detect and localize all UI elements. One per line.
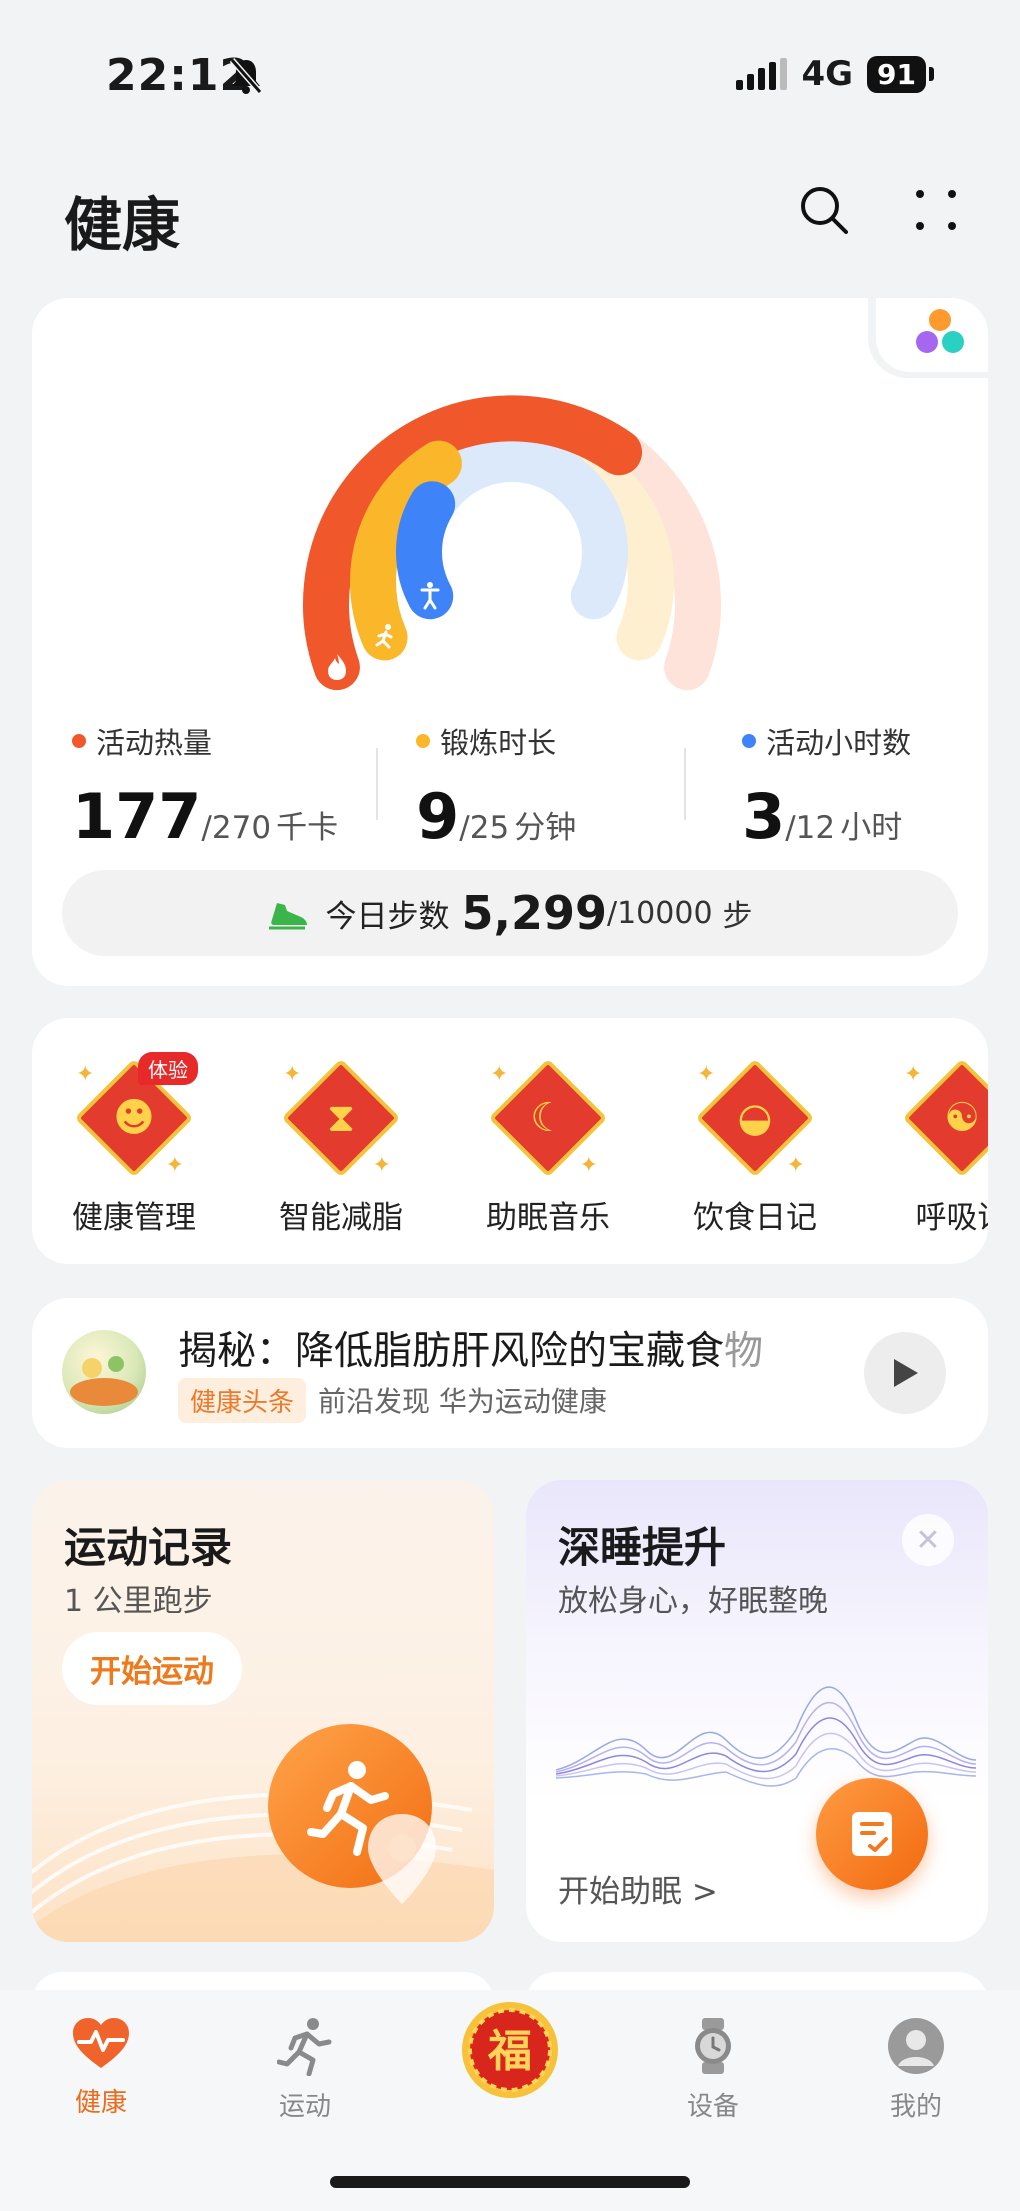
- news-card[interactable]: 揭秘：降低脂肪肝风险的宝藏食物 健康头条 前沿发现 华为运动健康: [32, 1298, 988, 1448]
- activity-rings: [303, 395, 721, 691]
- sleep-note-button[interactable]: [816, 1778, 928, 1890]
- steps-unit: 步: [722, 899, 753, 934]
- exercise-label: 锻炼时长: [440, 726, 557, 760]
- trial-badge: 体验: [138, 1052, 198, 1085]
- sport-record-card[interactable]: 运动记录 1 公里跑步 开始运动: [32, 1480, 494, 1942]
- calories-unit: 千卡: [276, 810, 339, 846]
- service-label: 健康管理: [72, 1200, 196, 1236]
- ring-style-switch[interactable]: [876, 298, 988, 372]
- service-label: 饮食日记: [693, 1200, 817, 1236]
- sport-card-title: 运动记录: [64, 1523, 233, 1572]
- heart-pulse-icon: [73, 2018, 129, 2068]
- profile-icon: [888, 2018, 944, 2074]
- home-indicator[interactable]: [330, 2176, 690, 2188]
- service-label: 呼吸训: [915, 1200, 989, 1236]
- sport-card-subtitle: 1 公里跑步: [64, 1584, 213, 1619]
- color-circles-icon: [916, 309, 964, 353]
- news-thumbnail: [62, 1330, 146, 1414]
- service-fat-loss[interactable]: ✦ ⧗ ✦ 智能减脂: [256, 1058, 426, 1237]
- battery-level: 91: [867, 55, 926, 93]
- divider: [684, 748, 686, 820]
- more-menu-button[interactable]: [906, 180, 966, 240]
- signal-icon: [736, 58, 788, 90]
- steps-label: 今日步数: [325, 898, 450, 935]
- calories-value: 177: [72, 780, 202, 853]
- tab-profile[interactable]: 我的: [836, 2016, 996, 2123]
- shoe-icon: [269, 903, 308, 930]
- tab-label: 健康: [74, 2088, 127, 2118]
- tab-label: 我的: [889, 2092, 942, 2122]
- tab-devices[interactable]: 设备: [633, 2016, 793, 2123]
- exercise-value: 9: [416, 780, 460, 853]
- play-button[interactable]: [864, 1332, 946, 1414]
- start-sleep-aid-link[interactable]: 开始助眠 >: [558, 1866, 718, 1911]
- news-meta: 前沿发现 华为运动健康: [318, 1385, 607, 1418]
- news-tag: 健康头条: [178, 1378, 307, 1423]
- search-icon: [801, 187, 848, 234]
- service-sleep-music[interactable]: ✦ ☾ ✦ 助眠音乐: [463, 1058, 633, 1237]
- location-pin-icon: [368, 1814, 436, 1904]
- active-hours-goal: /12: [785, 810, 836, 846]
- calories-label: 活动热量: [96, 726, 213, 760]
- play-icon: [894, 1359, 918, 1387]
- sleep-card-subtitle: 放松身心，好眠整晚: [558, 1584, 828, 1619]
- service-health-management[interactable]: ✦ ☻ ✦ 体验 健康管理: [49, 1052, 219, 1237]
- deep-sleep-card[interactable]: 深睡提升 放松身心，好眠整晚 ✕ 开始助眠 >: [526, 1480, 988, 1942]
- breath-icon: ☯: [944, 1095, 980, 1141]
- stat-calories[interactable]: 活动热量 177/270 千卡: [32, 720, 338, 853]
- stat-exercise[interactable]: 锻炼时长 9/25 分钟: [338, 720, 662, 853]
- battery-icon: 91: [867, 55, 934, 93]
- bell-muted-icon: [229, 58, 263, 94]
- notepad-check-icon: [852, 1812, 892, 1856]
- runner-icon: [276, 2018, 332, 2077]
- watch-icon: [695, 2018, 731, 2074]
- fu-festival-icon: 福: [462, 2002, 558, 2098]
- stat-active-hours[interactable]: 活动小时数 3/12 小时: [662, 720, 988, 853]
- news-title: 揭秘：降低脂肪肝风险的宝藏食物: [178, 1329, 764, 1374]
- tab-label: 运动: [278, 2092, 331, 2122]
- more-dots-icon: [916, 190, 956, 230]
- service-label: 智能减脂: [279, 1200, 403, 1236]
- exercise-goal: /25: [459, 810, 510, 846]
- active-hours-label: 活动小时数: [766, 726, 912, 760]
- calories-goal: /270: [201, 810, 272, 846]
- tab-festival[interactable]: 福: [430, 1996, 590, 2108]
- tab-exercise[interactable]: 运动: [225, 2016, 385, 2123]
- service-label: 助眠音乐: [486, 1200, 610, 1236]
- sleep-card-title: 深睡提升: [558, 1523, 727, 1572]
- tab-label: 设备: [686, 2092, 739, 2122]
- active-hours-unit: 小时: [840, 810, 903, 846]
- close-button[interactable]: ✕: [902, 1514, 954, 1566]
- network-type: 4G: [801, 54, 854, 94]
- active-hours-value: 3: [742, 780, 786, 853]
- tab-health[interactable]: 健康: [21, 2016, 181, 2119]
- divider: [376, 748, 378, 820]
- steps-bar[interactable]: 今日步数 5,299/10000 步: [62, 870, 958, 956]
- svg-text:福: 福: [487, 2026, 532, 2077]
- activity-rings-card[interactable]: 活动热量 177/270 千卡 锻炼时长 9/25 分钟 活动小时数 3/12 …: [32, 298, 988, 986]
- service-breathing[interactable]: ✦ ☯ 呼吸训: [877, 1058, 988, 1237]
- services-card: ✦ ☻ ✦ 体验 健康管理 ✦ ⧗ ✦ 智能减脂 ✦ ☾ ✦ 助眠音乐 ✦ ◒: [32, 1018, 988, 1264]
- exercise-unit: 分钟: [514, 810, 577, 846]
- steps-goal: /10000: [606, 895, 713, 931]
- start-exercise-button[interactable]: 开始运动: [62, 1632, 242, 1705]
- steps-value: 5,299: [461, 886, 607, 940]
- page-title: 健康: [64, 191, 181, 259]
- search-button[interactable]: [794, 180, 854, 240]
- status-indicators: 4G 91: [736, 54, 934, 94]
- service-diet-diary[interactable]: ✦ ◒ ✦ 饮食日记: [670, 1058, 840, 1237]
